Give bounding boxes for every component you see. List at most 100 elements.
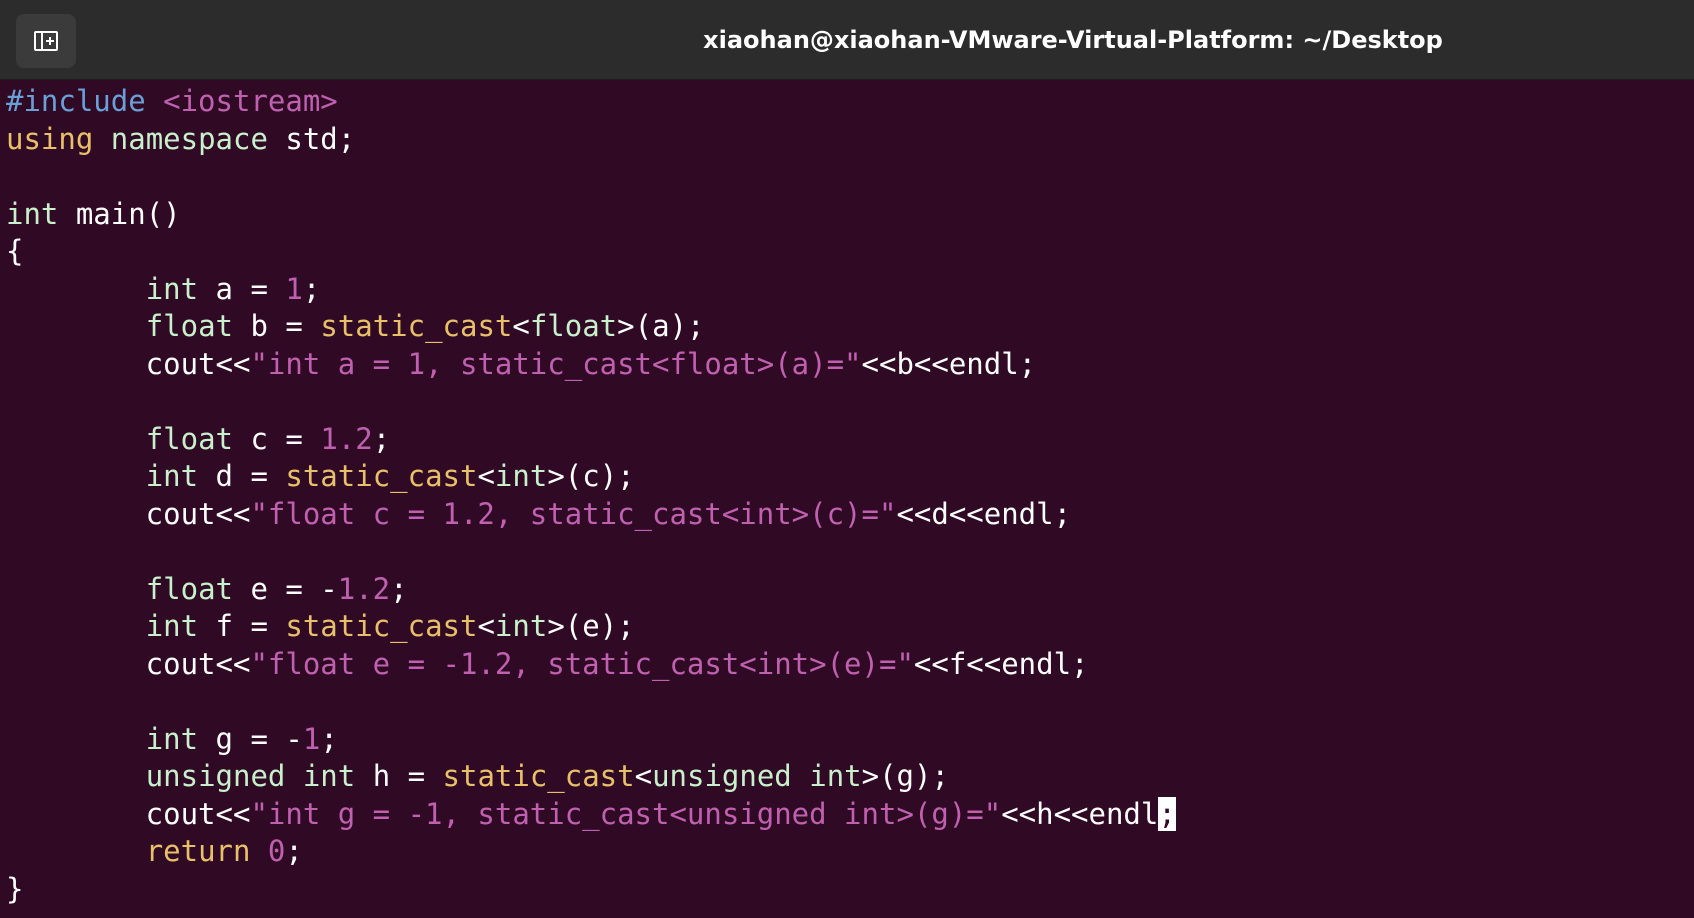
code-token: <	[477, 459, 495, 493]
code-token: unsigned	[145, 759, 286, 793]
code-line: float e = -1.2;	[6, 571, 1686, 609]
code-token: float	[529, 309, 618, 343]
code-token: a =	[198, 271, 286, 306]
code-token: <	[477, 609, 495, 643]
code-token: 1	[302, 721, 321, 756]
code-token: cout<<	[6, 346, 251, 381]
window-title: xiaohan@xiaohan-VMware-Virtual-Platform:…	[703, 26, 1443, 54]
code-line: #include <iostream>	[6, 83, 1686, 121]
code-token: unsigned	[652, 759, 792, 793]
code-token: int	[145, 721, 199, 756]
code-token: int	[494, 609, 548, 643]
code-token: <iostream>	[163, 84, 338, 118]
code-token: h =	[355, 759, 443, 793]
code-token: static_cast	[285, 609, 478, 643]
code-token: >(e);	[547, 609, 635, 643]
code-token: int	[145, 609, 199, 643]
code-token: <<b<<endl;	[861, 346, 1037, 381]
code-token: ;	[320, 721, 338, 756]
new-tab-icon	[34, 31, 58, 51]
code-token: using	[6, 121, 94, 156]
code-token: <<d<<endl;	[896, 496, 1072, 531]
code-token: int	[145, 459, 199, 493]
code-token: int	[145, 271, 199, 306]
code-line: unsigned int h = static_cast<unsigned in…	[6, 758, 1686, 796]
code-line: cout<<"float e = -1.2, static_cast<int>(…	[6, 646, 1686, 684]
code-line: int d = static_cast<int>(c);	[6, 458, 1686, 496]
code-token: ;	[390, 571, 408, 606]
code-token: >(g);	[861, 759, 949, 793]
code-line: cout<<"int a = 1, static_cast<float>(a)=…	[6, 346, 1686, 384]
code-token: static_cast	[442, 759, 635, 793]
code-token: cout<<	[6, 496, 251, 531]
code-token: return	[145, 834, 251, 868]
code-token: float	[145, 571, 233, 606]
code-token: <	[512, 309, 530, 343]
code-token: float	[145, 309, 233, 343]
code-line: }	[6, 871, 1686, 909]
code-token: ;	[285, 834, 303, 868]
title-bar: xiaohan@xiaohan-VMware-Virtual-Platform:…	[0, 0, 1694, 80]
terminal-window: xiaohan@xiaohan-VMware-Virtual-Platform:…	[0, 0, 1694, 918]
code-token: ;	[302, 271, 321, 306]
code-token: int	[302, 759, 356, 793]
code-token: 1.2	[337, 571, 391, 606]
code-line: {	[6, 233, 1686, 271]
code-token: "int a = 1, static_cast<float>(a)="	[250, 346, 862, 381]
code-editor[interactable]: #include <iostream> using namespace std; …	[6, 83, 1686, 913]
code-token: float	[145, 421, 233, 456]
code-token: <<h<<endl	[1001, 796, 1159, 831]
code-token: g = -	[198, 721, 303, 756]
code-token: <	[634, 759, 653, 793]
code-token: "float e = -1.2, static_cast<int>(e)="	[250, 646, 914, 681]
code-line: int a = 1;	[6, 271, 1686, 309]
code-line: int f = static_cast<int>(e);	[6, 608, 1686, 646]
code-line: cout<<"float c = 1.2, static_cast<int>(c…	[6, 496, 1686, 534]
code-token: e = -	[233, 571, 338, 606]
code-token: 1	[285, 271, 303, 306]
code-token: #include	[6, 84, 164, 118]
code-token: int	[494, 459, 548, 493]
code-line: int g = -1;	[6, 721, 1686, 759]
code-line: using namespace std;	[6, 121, 1686, 159]
code-token: <<f<<endl;	[913, 646, 1089, 681]
code-token: std;	[267, 121, 356, 156]
code-line: float c = 1.2;	[6, 421, 1686, 459]
code-token: cout<<	[6, 646, 251, 681]
code-token: main()	[58, 196, 181, 231]
code-token: f =	[198, 609, 286, 643]
code-line: return 0;	[6, 833, 1686, 871]
code-token: int	[6, 196, 59, 231]
code-token: cout<<	[6, 796, 251, 831]
code-token: namespace	[110, 121, 268, 156]
new-tab-button[interactable]	[16, 14, 76, 68]
code-line: float b = static_cast<float>(a);	[6, 308, 1686, 346]
code-line: int main()	[6, 196, 1686, 234]
code-token: b =	[233, 309, 321, 343]
code-token: c =	[233, 421, 321, 456]
code-token: 0	[267, 834, 286, 868]
code-token: >(c);	[547, 459, 635, 493]
code-line: cout<<"int g = -1, static_cast<unsigned …	[6, 796, 1686, 834]
code-token: 1.2	[320, 421, 373, 456]
code-token: "float c = 1.2, static_cast<int>(c)="	[250, 496, 897, 531]
code-token: {	[6, 234, 24, 268]
code-token: "int g = -1, static_cast<unsigned int>(g…	[250, 796, 1002, 831]
text-cursor: ;	[1158, 796, 1176, 831]
code-token: >(a);	[617, 309, 705, 343]
